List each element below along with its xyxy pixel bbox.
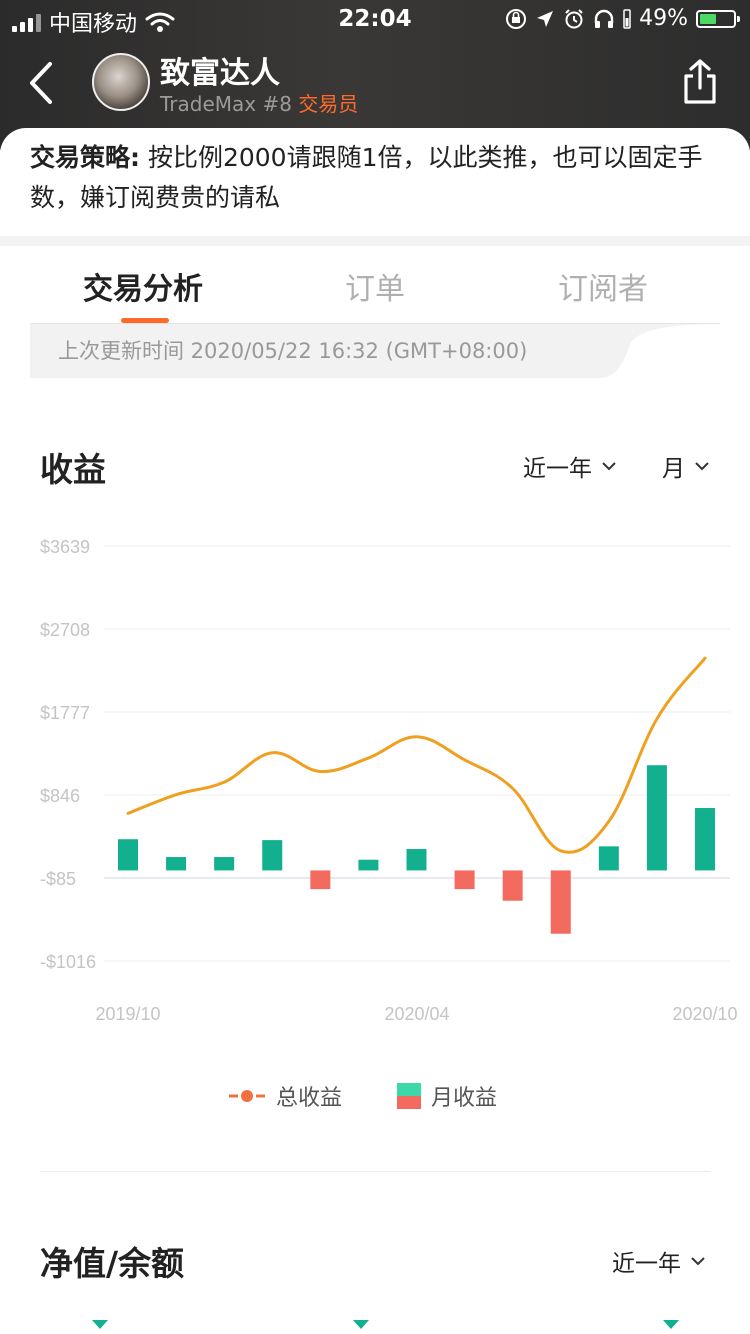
y-tick-label: $3639 (40, 537, 90, 557)
battery-percent: 49% (639, 6, 688, 31)
monthly-profit-bar (695, 808, 715, 871)
update-bar-curve (600, 324, 720, 378)
monthly-profit-bar (646, 765, 667, 871)
trader-subtitle: TradeMax #8 交易员 (160, 88, 358, 117)
chart-legend: 总收益 月收益 (0, 1080, 750, 1116)
total-profit-line (126, 656, 707, 854)
y-tick-label: $1777 (40, 703, 90, 723)
y-tick-label: $846 (40, 786, 80, 806)
x-tick-label: 2019/10 (95, 1004, 160, 1024)
net-range-dropdown-label: 近一年 (612, 1251, 681, 1277)
marker-triangle (92, 1320, 108, 1329)
chevron-down-icon (602, 462, 616, 471)
tab-subscribers[interactable]: 订阅者 (558, 264, 648, 308)
y-tick-label: $2708 (40, 620, 90, 640)
range-dropdown-label: 近一年 (523, 456, 592, 482)
monthly-profit-bar (598, 846, 619, 871)
y-tick-label: -$1016 (40, 952, 96, 972)
last-update-bar: 上次更新时间 2020/05/22 16:32 (GMT+08:00) (30, 324, 600, 378)
monthly-profit-bar (310, 870, 331, 890)
chevron-down-icon (695, 462, 709, 471)
chevron-down-icon (691, 1257, 705, 1266)
net-value-title: 净值/余额 (40, 1244, 185, 1283)
headphones-icon (594, 9, 614, 28)
range-dropdown[interactable]: 近一年 (523, 449, 616, 483)
period-dropdown-label: 月 (662, 456, 685, 482)
monthly-profit-bar (406, 849, 427, 871)
platform-name: TradeMax (160, 92, 257, 116)
location-icon (537, 10, 554, 27)
trader-role: 交易员 (298, 92, 359, 116)
monthly-profit-bar (118, 839, 138, 871)
monthly-profit-bar (214, 857, 235, 871)
net-range-dropdown[interactable]: 近一年 (612, 1244, 705, 1278)
section-divider (40, 1171, 710, 1172)
period-dropdown[interactable]: 月 (662, 449, 709, 483)
legend-monthly-profit[interactable]: 月收益 (397, 1080, 497, 1112)
profit-title: 收益 (40, 450, 106, 489)
next-chart-markers (92, 1320, 679, 1329)
monthly-profit-bar (502, 870, 523, 901)
monthly-profit-bar (358, 859, 379, 871)
monthly-profit-bar (262, 840, 283, 871)
legend-monthly-label: 月收益 (431, 1086, 498, 1111)
status-bar: 中国移动 22:04 49% (0, 0, 750, 40)
battery-level-icon (623, 8, 631, 29)
x-tick-label: 2020/04 (384, 1004, 449, 1024)
lock-rotation-icon (506, 8, 527, 29)
alarm-icon (565, 8, 583, 28)
line-marker-icon (229, 1090, 265, 1102)
legend-total-profit[interactable]: 总收益 (228, 1080, 342, 1112)
share-icon[interactable] (680, 58, 720, 106)
strategy-text: 交易策略: 按比例2000请跟随1倍，以此类推，也可以固定手数，嫌订阅费贵的请私 (30, 138, 720, 218)
bar-marker-icon (397, 1083, 421, 1109)
tab-orders[interactable]: 订单 (345, 264, 405, 308)
legend-total-label: 总收益 (276, 1086, 343, 1111)
trader-name: 致富达人 (160, 56, 280, 91)
strategy-label: 交易策略: (30, 143, 140, 172)
marker-triangle (663, 1320, 679, 1329)
battery-icon (696, 9, 740, 28)
monthly-profit-bar (166, 857, 187, 871)
x-tick-label: 2020/10 (672, 1004, 737, 1024)
trader-rank: #8 (262, 92, 292, 116)
marker-triangle (353, 1320, 369, 1329)
back-arrow-icon[interactable] (22, 58, 62, 108)
section-separator (0, 236, 750, 246)
monthly-profit-bar (550, 870, 571, 934)
y-tick-label: -$85 (40, 869, 76, 889)
tab-bar: 交易分析 订单 订阅者 (30, 256, 720, 323)
tab-analysis[interactable]: 交易分析 (83, 264, 203, 308)
status-right: 49% (505, 6, 740, 31)
monthly-profit-bar (454, 870, 475, 890)
profit-chart: $3639 $2708 $1777 $846 -$85 -$1016 2019/10 2020… (40, 537, 738, 1024)
avatar[interactable] (92, 53, 150, 111)
